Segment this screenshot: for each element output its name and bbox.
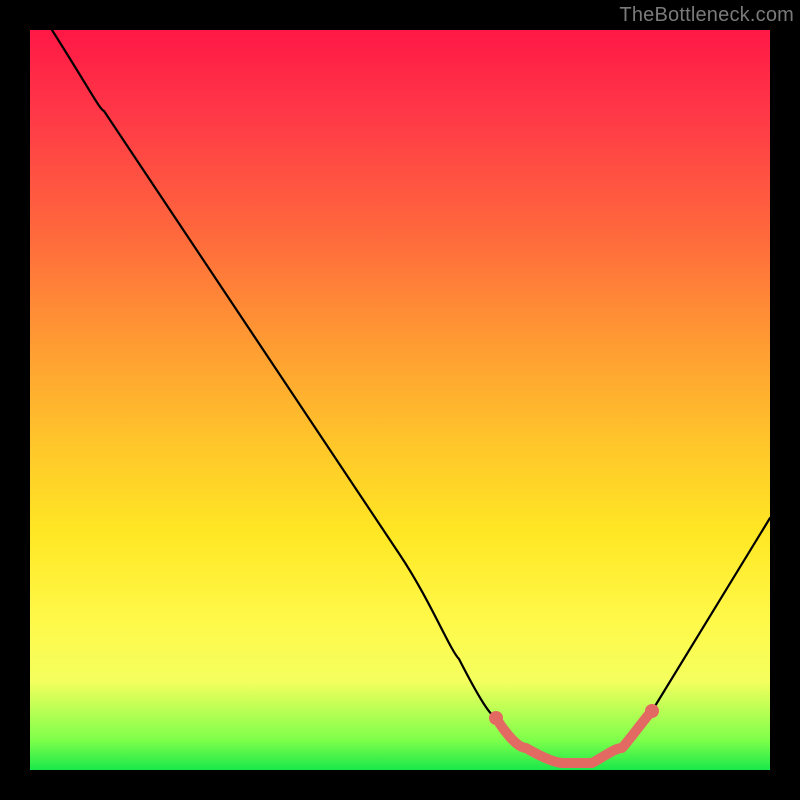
chart-frame: TheBottleneck.com <box>0 0 800 800</box>
chart-overlay <box>30 30 770 770</box>
highlight-start-dot <box>489 711 503 725</box>
bottleneck-curve <box>52 30 770 763</box>
optimal-region-highlight <box>496 711 652 763</box>
watermark-text: TheBottleneck.com <box>619 4 794 27</box>
highlight-end-dot <box>645 704 659 718</box>
